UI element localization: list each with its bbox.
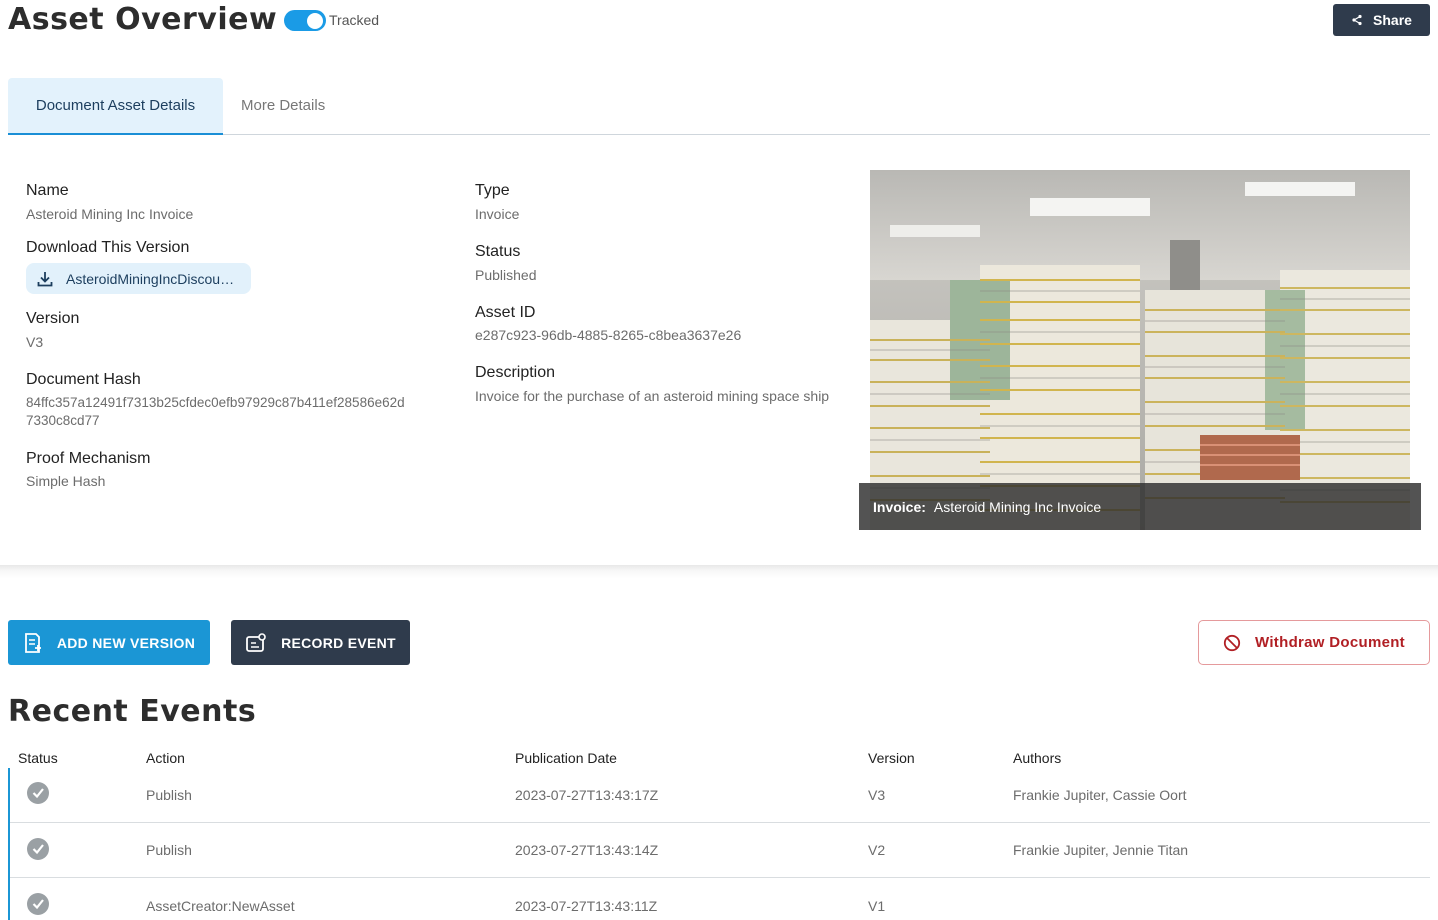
share-button[interactable]: Share: [1333, 4, 1430, 36]
check-circle-icon: [27, 782, 49, 804]
event-action: Publish: [146, 787, 192, 803]
asset-id-label: Asset ID: [475, 304, 536, 321]
tab-bar: Document Asset Details More Details: [8, 78, 1430, 135]
name-label: Name: [26, 182, 69, 199]
download-file-name: AsteroidMiningIncDiscou…: [66, 270, 235, 287]
event-date: 2023-07-27T13:43:14Z: [515, 842, 659, 858]
share-button-label: Share: [1373, 12, 1412, 28]
name-value: Asteroid Mining Inc Invoice: [26, 206, 194, 222]
check-circle-icon: [27, 838, 49, 860]
withdraw-document-label: Withdraw Document: [1255, 634, 1405, 651]
download-version-button[interactable]: AsteroidMiningIncDiscou…: [26, 263, 251, 294]
proof-mechanism-value: Simple Hash: [26, 473, 106, 489]
document-hash-value-line2: 7330c8cd77: [26, 413, 100, 428]
document-hash-label: Document Hash: [26, 371, 141, 388]
add-new-version-button[interactable]: ADD NEW VERSION: [8, 620, 210, 665]
type-value: Invoice: [475, 206, 520, 222]
block-icon: [1223, 634, 1241, 651]
asset-image: [870, 170, 1410, 530]
image-caption: Invoice: Asteroid Mining Inc Invoice: [859, 483, 1421, 530]
column-header-action: Action: [146, 750, 185, 766]
record-event-button[interactable]: RECORD EVENT: [231, 620, 410, 665]
document-hash-value-line1: 84ffc357a12491f7313b25cfdec0efb97929c87b…: [26, 395, 405, 410]
event-authors: Frankie Jupiter, Cassie Oort: [1013, 787, 1187, 803]
document-add-icon: [24, 632, 41, 653]
download-icon: [37, 271, 53, 286]
page-title: Asset Overview: [8, 2, 278, 37]
event-version: V3: [868, 787, 886, 803]
event-version: V2: [868, 842, 886, 858]
type-label: Type: [475, 182, 510, 199]
event-date: 2023-07-27T13:43:17Z: [515, 787, 659, 803]
event-date: 2023-07-27T13:43:11Z: [515, 898, 658, 914]
row-divider: [10, 822, 1430, 823]
tab-more-details[interactable]: More Details: [241, 78, 325, 133]
description-label: Description: [475, 364, 556, 381]
proof-mechanism-label: Proof Mechanism: [26, 450, 151, 467]
column-header-version: Version: [868, 750, 915, 766]
recent-events-title: Recent Events: [8, 694, 257, 729]
section-divider: [0, 565, 1438, 579]
withdraw-document-button[interactable]: Withdraw Document: [1198, 620, 1430, 665]
event-version: V1: [868, 898, 886, 914]
asset-id-value: e287c923-96db-4885-8265-c8bea3637e26: [475, 327, 742, 343]
share-icon: [1352, 14, 1362, 26]
event-action: Publish: [146, 842, 192, 858]
tab-document-asset-details[interactable]: Document Asset Details: [8, 78, 223, 135]
column-header-status: Status: [18, 750, 58, 766]
record-event-label: RECORD EVENT: [281, 634, 396, 651]
record-event-icon: [246, 632, 266, 652]
toggle-knob: [307, 12, 323, 29]
tracked-toggle-label: Tracked: [329, 12, 380, 28]
event-action: AssetCreator:NewAsset: [146, 898, 295, 914]
row-divider: [10, 877, 1430, 878]
tracked-toggle[interactable]: [284, 10, 326, 31]
status-label: Status: [475, 243, 521, 260]
check-circle-icon: [27, 893, 49, 915]
version-label: Version: [26, 310, 80, 327]
column-header-publication-date: Publication Date: [515, 750, 617, 766]
add-new-version-label: ADD NEW VERSION: [56, 634, 196, 651]
column-header-authors: Authors: [1013, 750, 1062, 766]
status-value: Published: [475, 267, 537, 283]
event-authors: Frankie Jupiter, Jennie Titan: [1013, 842, 1189, 858]
image-caption-value: Asteroid Mining Inc Invoice: [933, 498, 1102, 515]
events-timeline: [8, 768, 10, 920]
description-value: Invoice for the purchase of an asteroid …: [475, 388, 830, 404]
image-caption-label: Invoice:: [873, 498, 926, 515]
version-value: V3: [26, 334, 44, 350]
download-label: Download This Version: [26, 239, 190, 256]
